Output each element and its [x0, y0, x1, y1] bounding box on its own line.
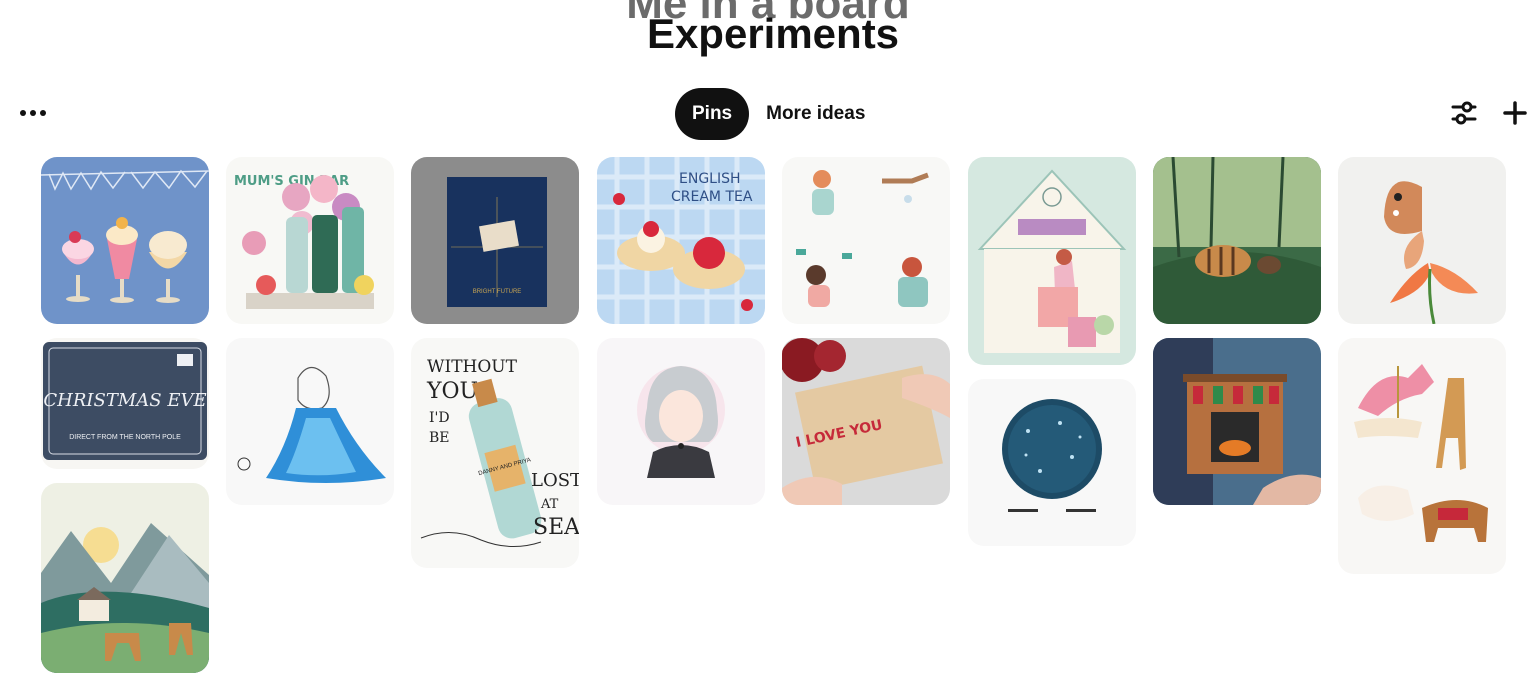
bright-future-text: BRIGHT FUTURE: [473, 289, 522, 295]
more-horizontal-icon-dot: [30, 110, 36, 116]
pin-anime-girl-portrait[interactable]: [597, 338, 765, 505]
at-text: AT: [540, 497, 559, 512]
pin-image: [226, 338, 394, 505]
sea-text: SEA: [533, 515, 579, 540]
board-title: Experiments: [646, 10, 900, 57]
pin-image: ENGLISH CREAM TEA: [597, 157, 765, 324]
pin-mountain-deer-landscape[interactable]: [41, 483, 209, 673]
plus-icon: [1503, 101, 1527, 125]
pin-image: [1338, 157, 1506, 324]
tea-title-1: ENGLISH: [679, 171, 741, 187]
pin-image: CHRISTMAS EVE DIRECT FROM THE NORTH POLE: [41, 338, 209, 469]
pin-boar-in-forest[interactable]: [1153, 157, 1321, 324]
pin-christmas-eve-box[interactable]: CHRISTMAS EVE DIRECT FROM THE NORTH POLE: [41, 338, 209, 469]
pin-english-cream-tea[interactable]: ENGLISH CREAM TEA: [597, 157, 765, 324]
pin-ice-cream-sundaes[interactable]: [41, 157, 209, 324]
more-options-button[interactable]: [16, 100, 50, 126]
pin-image: MUM'S GIN BAR: [226, 157, 394, 324]
pin-image: [782, 157, 950, 324]
add-button[interactable]: [1498, 96, 1532, 130]
pin-image: [41, 483, 209, 673]
tab-more-ideas[interactable]: More ideas: [749, 88, 882, 140]
pin-carousel-animals[interactable]: [1338, 338, 1506, 574]
pin-image: [968, 157, 1136, 365]
tea-title-2: CREAM TEA: [671, 189, 753, 205]
id-text: I'D: [429, 410, 450, 426]
pin-image: [41, 157, 209, 324]
pin-without-you-bottle[interactable]: WITHOUT YOU, I'D BE DANNY AND PRIYA LOST…: [411, 338, 579, 568]
pin-image: [968, 379, 1136, 546]
pin-star-map-circle[interactable]: [968, 379, 1136, 546]
board-tabs: Pins More ideas: [675, 88, 882, 140]
organize-filter-button[interactable]: [1447, 96, 1481, 130]
pin-image: [1153, 157, 1321, 324]
more-horizontal-icon-dot: [40, 110, 46, 116]
pin-image: I LOVE YOU: [782, 338, 950, 505]
pin-love-postcard[interactable]: I LOVE YOU: [782, 338, 950, 505]
pin-image: [597, 338, 765, 505]
be-text: BE: [429, 430, 450, 446]
pin-image: [1153, 338, 1321, 505]
tab-pins[interactable]: Pins: [675, 88, 750, 140]
pin-bright-future-card[interactable]: BRIGHT FUTURE: [411, 157, 579, 324]
more-horizontal-icon: [20, 110, 26, 116]
pin-people-illustrations[interactable]: [782, 157, 950, 324]
christmas-eve-subtitle: DIRECT FROM THE NORTH POLE: [69, 434, 181, 441]
pin-mums-gin-bar[interactable]: MUM'S GIN BAR: [226, 157, 394, 324]
pin-fireplace-ornament[interactable]: [1153, 338, 1321, 505]
pin-woman-blue-robe[interactable]: [226, 338, 394, 505]
sliders-icon: [1451, 101, 1477, 125]
christmas-eve-title: CHRISTMAS EVE: [43, 390, 206, 411]
pin-image: BRIGHT FUTURE: [411, 157, 579, 324]
pin-image: WITHOUT YOU, I'D BE DANNY AND PRIYA LOST…: [411, 338, 579, 568]
without-text: WITHOUT: [427, 357, 518, 377]
pin-butterfly-flower[interactable]: [1338, 157, 1506, 324]
lost-text: LOST: [531, 470, 579, 491]
pin-image: [1338, 338, 1506, 574]
pin-cozy-house-interior[interactable]: [968, 157, 1136, 365]
